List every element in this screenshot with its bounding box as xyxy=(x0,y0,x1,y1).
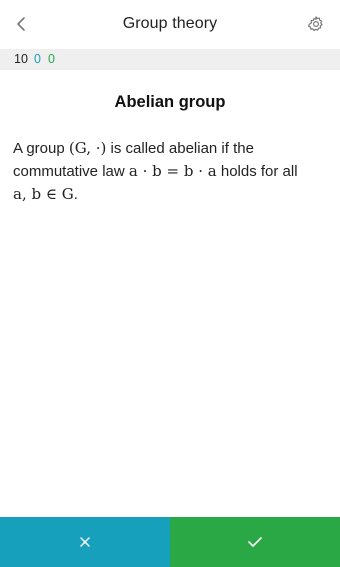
check-icon xyxy=(248,537,262,547)
close-icon xyxy=(80,537,90,547)
green-count: 0 xyxy=(48,52,55,66)
app: Group theory 10 0 0 Abelian group A grou… xyxy=(0,0,340,567)
math-group-notation: (G, ·) xyxy=(68,139,107,157)
settings-button[interactable] xyxy=(302,10,330,38)
math-commutative-law: a · b = b · a xyxy=(128,162,217,180)
card-title: Abelian group xyxy=(114,93,226,111)
card-text-3: holds for all xyxy=(216,163,298,180)
right-button[interactable] xyxy=(170,517,340,567)
stats-bar: 10 0 0 xyxy=(0,49,340,70)
chevron-left-icon xyxy=(17,17,25,31)
back-button[interactable] xyxy=(8,10,36,38)
blue-count: 0 xyxy=(34,52,41,66)
header: Group theory xyxy=(0,0,340,49)
wrong-button[interactable] xyxy=(0,517,170,567)
card-body: A group (G, ·) is called abelian if the … xyxy=(13,137,323,206)
total-count: 10 xyxy=(14,52,28,66)
card-text-4: . xyxy=(73,186,78,203)
card-text-1: A group xyxy=(13,140,69,157)
math-elements: a, b ∈ G xyxy=(13,185,74,203)
page-title: Group theory xyxy=(122,15,218,32)
gear-icon xyxy=(307,16,323,32)
